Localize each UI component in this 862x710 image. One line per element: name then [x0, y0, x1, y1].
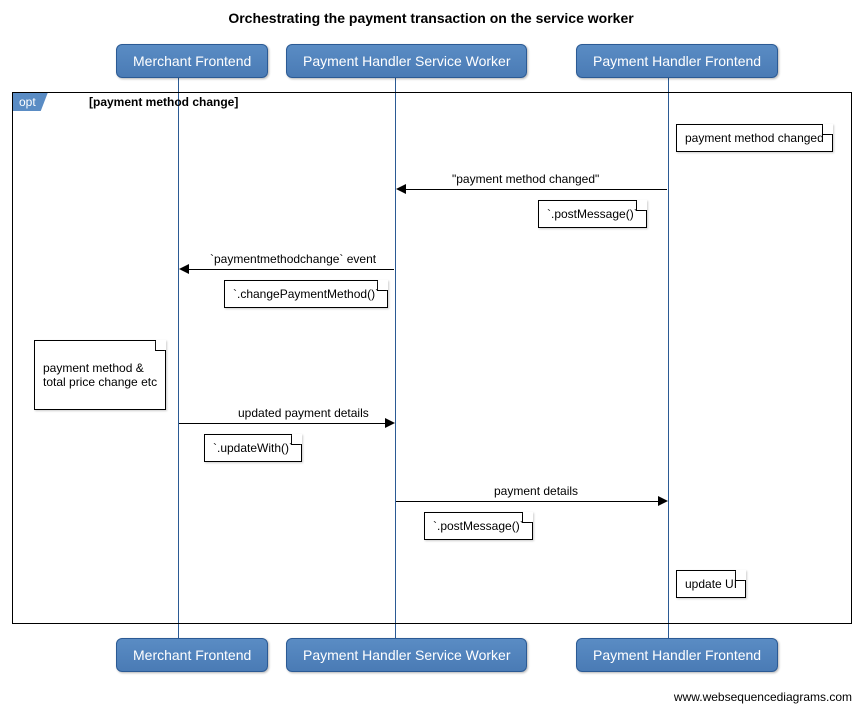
- note-text: `.changePaymentMethod()`: [233, 287, 379, 301]
- note-postmessage-2: `.postMessage()`: [424, 512, 533, 540]
- note-text: payment method & total price change etc: [43, 361, 157, 389]
- msg2-arrow: [188, 269, 394, 270]
- note-text: `.postMessage()`: [433, 519, 524, 533]
- note-merchant-change: payment method & total price change etc: [34, 340, 166, 410]
- msg1-label: "payment method changed": [450, 172, 601, 186]
- msg3-label: updated payment details: [236, 406, 371, 420]
- note-update-with: `.updateWith()`: [204, 434, 302, 462]
- msg3-arrow: [179, 423, 385, 424]
- participant-merchant-top: Merchant Frontend: [116, 44, 268, 78]
- msg4-arrow: [396, 501, 658, 502]
- diagram-title: Orchestrating the payment transaction on…: [0, 0, 862, 26]
- participant-merchant-bottom: Merchant Frontend: [116, 638, 268, 672]
- opt-guard: [payment method change]: [89, 95, 238, 109]
- note-text: `.updateWith()`: [213, 441, 293, 455]
- msg2-label: `paymentmethodchange` event: [208, 252, 378, 266]
- note-update-ui: update UI: [676, 570, 746, 598]
- msg4-arrowhead: [658, 496, 668, 506]
- opt-label: opt: [13, 93, 48, 111]
- note-payment-method-changed: payment method changed: [676, 124, 833, 152]
- msg1-arrowhead: [396, 184, 406, 194]
- participant-sw-top: Payment Handler Service Worker: [286, 44, 527, 78]
- participant-frontend-top: Payment Handler Frontend: [576, 44, 778, 78]
- note-change-payment-method: `.changePaymentMethod()`: [224, 280, 388, 308]
- msg2-arrowhead: [179, 264, 189, 274]
- note-postmessage-1: `.postMessage()`: [538, 200, 647, 228]
- watermark: www.websequencediagrams.com: [674, 690, 852, 704]
- msg4-label: payment details: [492, 484, 580, 498]
- msg1-arrow: [405, 189, 667, 190]
- participant-frontend-bottom: Payment Handler Frontend: [576, 638, 778, 672]
- participant-sw-bottom: Payment Handler Service Worker: [286, 638, 527, 672]
- msg3-arrowhead: [385, 418, 395, 428]
- note-text: update UI: [685, 577, 737, 591]
- note-text: `.postMessage()`: [547, 207, 638, 221]
- note-text: payment method changed: [685, 131, 824, 145]
